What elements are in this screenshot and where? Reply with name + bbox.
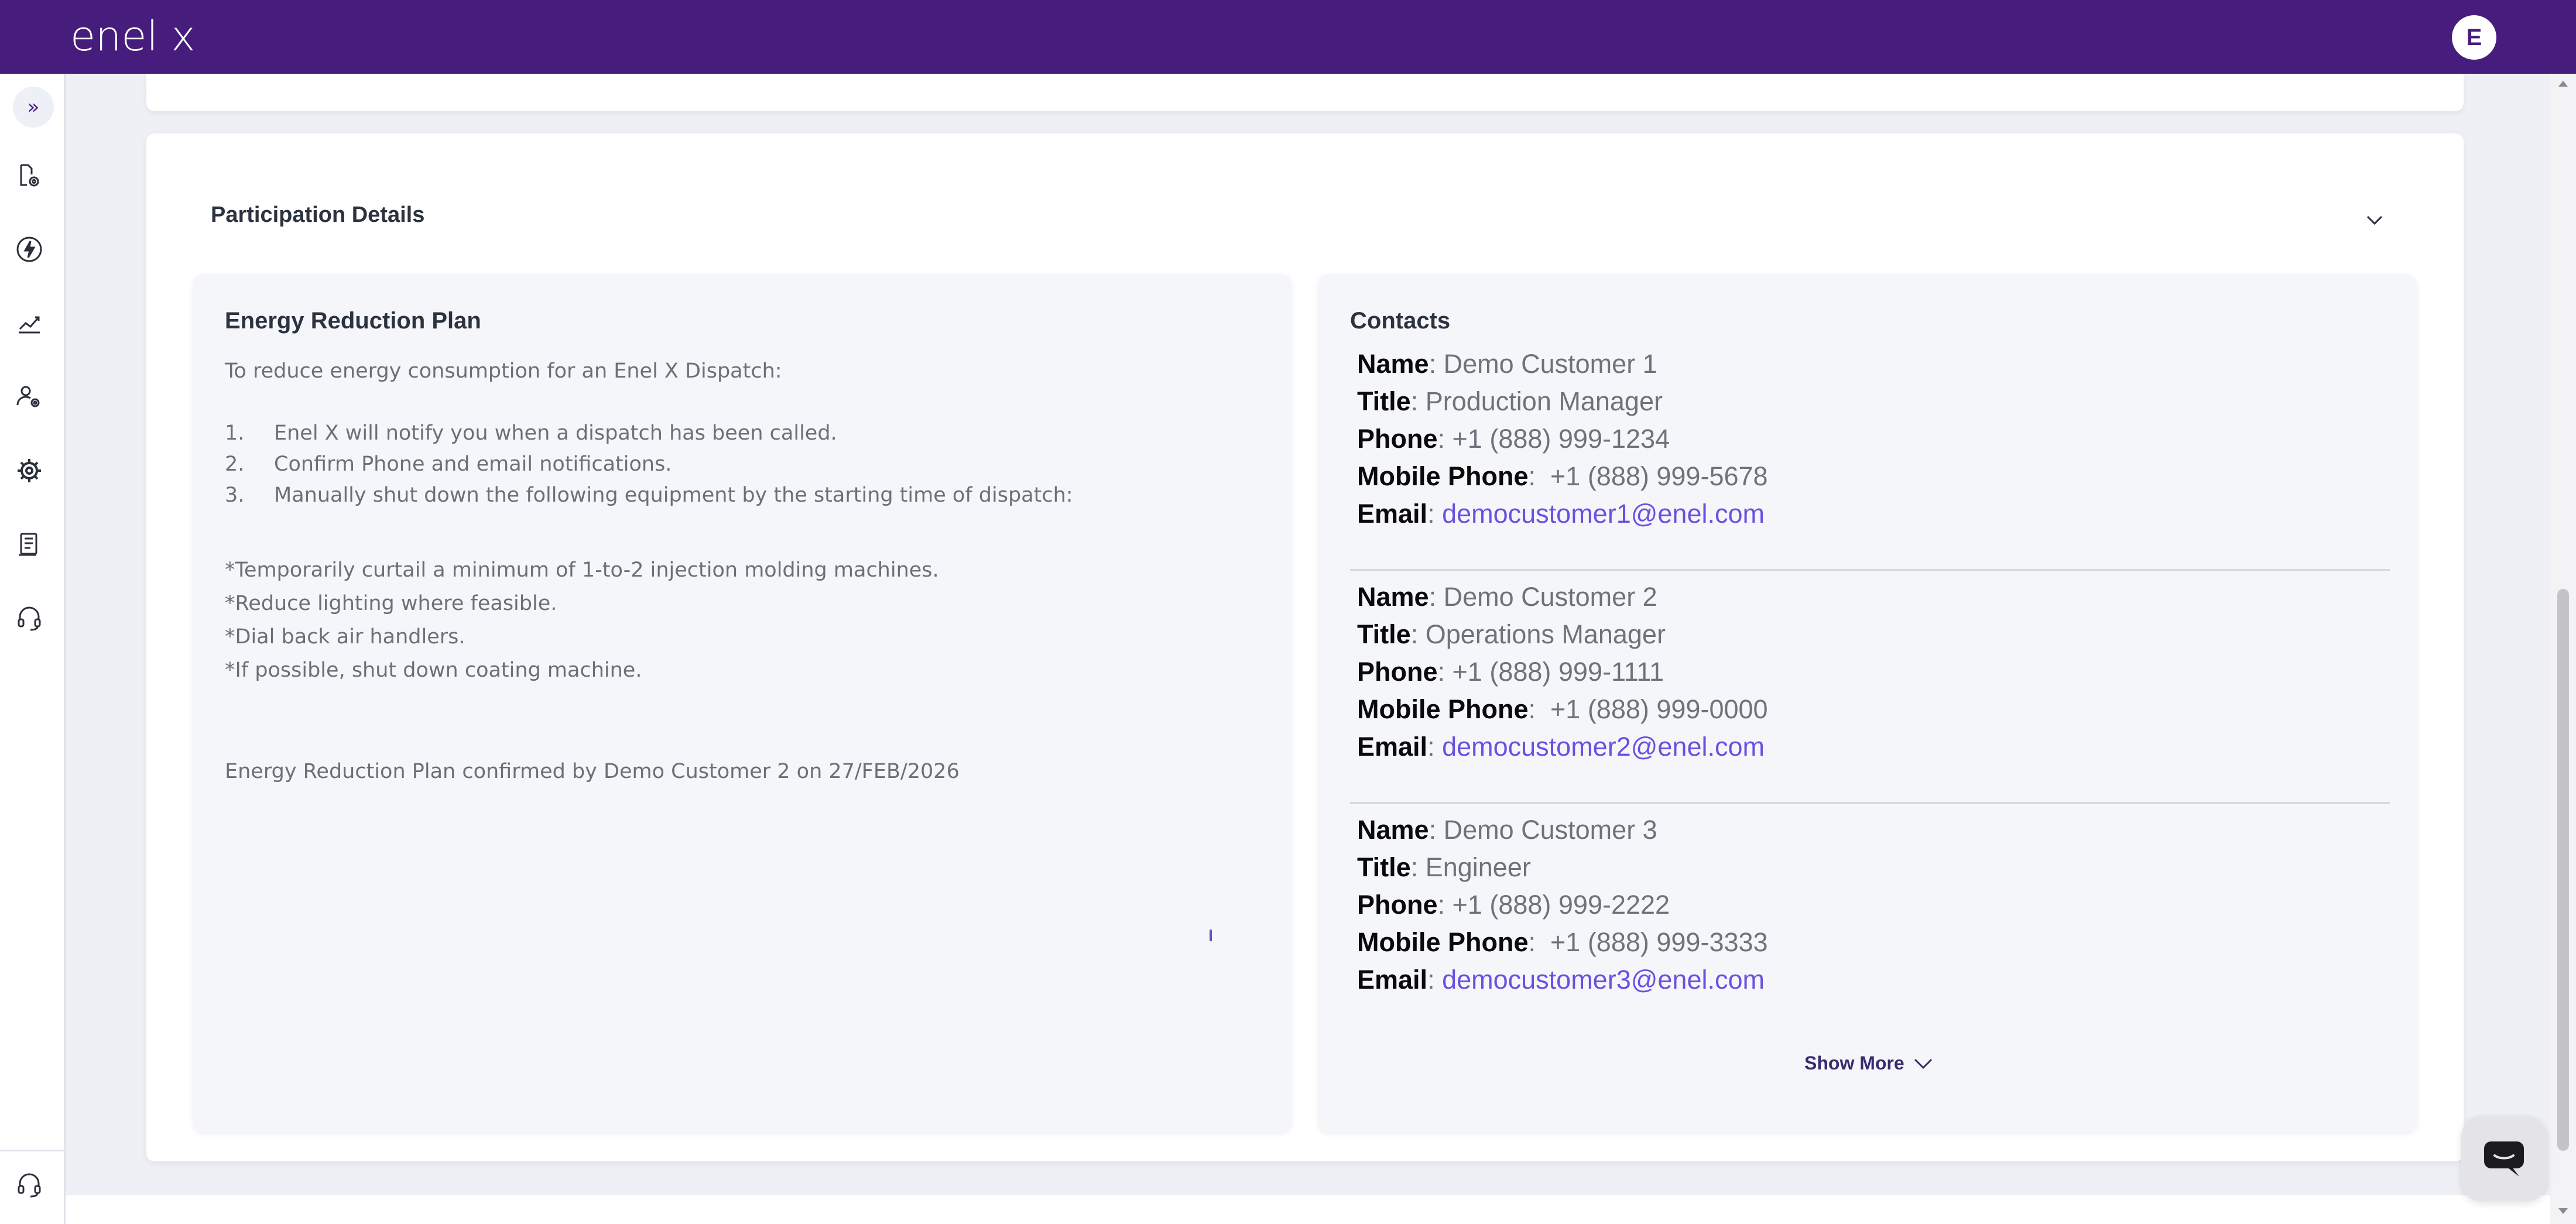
lightning-icon[interactable] [14, 234, 44, 265]
name-label: Name [1357, 815, 1429, 845]
user-avatar[interactable]: E [2452, 15, 2496, 60]
contact-phone-row: Phone: +1 (888) 999-1234 [1357, 424, 1670, 454]
energy-reduction-plan-panel: Energy Reduction Plan To reduce energy c… [193, 274, 1292, 1132]
plan-note: *Reduce lighting where feasible. [225, 592, 557, 615]
contact-title: Operations Manager [1425, 619, 1666, 649]
chat-bubble-icon [2484, 1141, 2524, 1177]
chevron-down-icon [1914, 1058, 1932, 1069]
contact-name: Demo Customer 1 [1443, 349, 1657, 379]
contact-card: Name: Demo Customer 3 Title: Engineer Ph… [1357, 811, 2387, 999]
enel-x-logo[interactable]: enel x [70, 15, 240, 57]
contact-name-row: Name: Demo Customer 3 [1357, 815, 1657, 845]
scroll-up-arrow-icon[interactable] [2556, 77, 2570, 91]
support-headset-icon[interactable] [14, 1170, 44, 1200]
section-title: Participation Details [211, 203, 425, 227]
step-number: 2. [225, 452, 245, 476]
text-cursor [1210, 930, 1212, 941]
contact-mobile-row: Mobile Phone: +1 (888) 999-5678 [1357, 461, 1768, 491]
contacts-title: Contacts [1350, 308, 1451, 334]
contact-card: Name: Demo Customer 2 Title: Operations … [1357, 578, 2387, 766]
contact-phone-row: Phone: +1 (888) 999-1111 [1357, 657, 1664, 687]
sidebar-divider [0, 1150, 66, 1151]
chart-trend-icon[interactable] [14, 308, 44, 338]
phone-label: Phone [1357, 890, 1438, 920]
plan-note: *If possible, shut down coating machine. [225, 659, 642, 682]
contact-mobile-row: Mobile Phone: +1 (888) 999-3333 [1357, 927, 1768, 957]
step-text: Manually shut down the following equipme… [274, 484, 1073, 507]
contact-phone-row: Phone: +1 (888) 999-2222 [1357, 890, 1670, 920]
mobile-label: Mobile Phone [1357, 927, 1529, 957]
page-scrollbar[interactable] [2550, 74, 2576, 1224]
plan-note: *Temporarily curtail a minimum of 1-to-2… [225, 558, 939, 582]
contact-card: Name: Demo Customer 1 Title: Production … [1357, 345, 2387, 533]
site-settings-icon[interactable] [14, 160, 44, 191]
headset-icon[interactable] [14, 603, 44, 633]
contact-title-row: Title: Production Manager [1357, 386, 1663, 416]
contact-email-row: Email: democustomer1@enel.com [1357, 499, 1765, 529]
contact-title-row: Title: Engineer [1357, 852, 1531, 882]
email-label: Email [1357, 965, 1428, 995]
sidebar: » [0, 74, 66, 1224]
contact-email-link[interactable]: democustomer1@enel.com [1442, 499, 1765, 529]
contacts-panel: Contacts Name: Demo Customer 1 Title: Pr… [1318, 274, 2417, 1132]
contact-divider [1350, 802, 2390, 804]
show-more-label: Show More [1804, 1052, 1904, 1074]
contact-divider [1350, 569, 2390, 571]
name-label: Name [1357, 582, 1429, 612]
plan-note: *Dial back air handlers. [225, 625, 465, 649]
contact-title-row: Title: Operations Manager [1357, 619, 1666, 649]
scroll-down-arrow-icon[interactable] [2556, 1204, 2570, 1218]
show-more-button[interactable]: Show More [1804, 1052, 1935, 1074]
step-text: Confirm Phone and email notifications. [274, 452, 672, 476]
plan-title: Energy Reduction Plan [225, 308, 481, 334]
contact-phone: +1 (888) 999-1111 [1452, 657, 1664, 687]
title-label: Title [1357, 619, 1411, 649]
mobile-label: Mobile Phone [1357, 694, 1529, 724]
document-icon[interactable] [14, 529, 44, 560]
chat-launcher-button[interactable] [2461, 1116, 2547, 1201]
email-label: Email [1357, 732, 1428, 762]
contact-name-row: Name: Demo Customer 2 [1357, 582, 1657, 612]
contact-email-row: Email: democustomer3@enel.com [1357, 965, 1765, 995]
contact-name: Demo Customer 3 [1443, 815, 1657, 845]
step-number: 1. [225, 421, 245, 445]
step-number: 3. [225, 484, 245, 507]
gear-icon[interactable] [14, 455, 44, 486]
top-bar: enel x E [0, 0, 2576, 74]
mobile-label: Mobile Phone [1357, 461, 1529, 491]
title-label: Title [1357, 852, 1411, 882]
email-label: Email [1357, 499, 1428, 529]
contact-mobile: +1 (888) 999-0000 [1550, 694, 1768, 724]
previous-card [146, 74, 2464, 111]
contact-mobile: +1 (888) 999-5678 [1550, 461, 1768, 491]
step-text: Enel X will notify you when a dispatch h… [274, 421, 837, 445]
contact-mobile: +1 (888) 999-3333 [1550, 927, 1768, 957]
contact-name: Demo Customer 2 [1443, 582, 1657, 612]
page-footer-strip [66, 1195, 2550, 1224]
scroll-thumb[interactable] [2557, 589, 2569, 1151]
phone-label: Phone [1357, 657, 1438, 687]
contact-email-link[interactable]: democustomer2@enel.com [1442, 732, 1765, 762]
plan-confirmation: Energy Reduction Plan confirmed by Demo … [225, 760, 960, 783]
contact-name-row: Name: Demo Customer 1 [1357, 349, 1657, 379]
phone-label: Phone [1357, 424, 1438, 454]
title-label: Title [1357, 386, 1411, 416]
plan-intro: To reduce energy consumption for an Enel… [225, 359, 782, 383]
contact-email-link[interactable]: democustomer3@enel.com [1442, 965, 1765, 995]
user-settings-icon[interactable] [14, 382, 44, 412]
contact-phone: +1 (888) 999-2222 [1452, 890, 1670, 920]
expand-sidebar-button[interactable]: » [13, 87, 54, 128]
contact-title: Engineer [1425, 852, 1531, 882]
contact-title: Production Manager [1425, 386, 1663, 416]
contact-mobile-row: Mobile Phone: +1 (888) 999-0000 [1357, 694, 1768, 724]
participation-details-card: Participation Details Energy Reduction P… [146, 133, 2464, 1161]
svg-text:enel x: enel x [70, 15, 196, 57]
chevron-down-icon[interactable] [2362, 207, 2387, 233]
name-label: Name [1357, 349, 1429, 379]
contact-email-row: Email: democustomer2@enel.com [1357, 732, 1765, 762]
contact-phone: +1 (888) 999-1234 [1452, 424, 1670, 454]
